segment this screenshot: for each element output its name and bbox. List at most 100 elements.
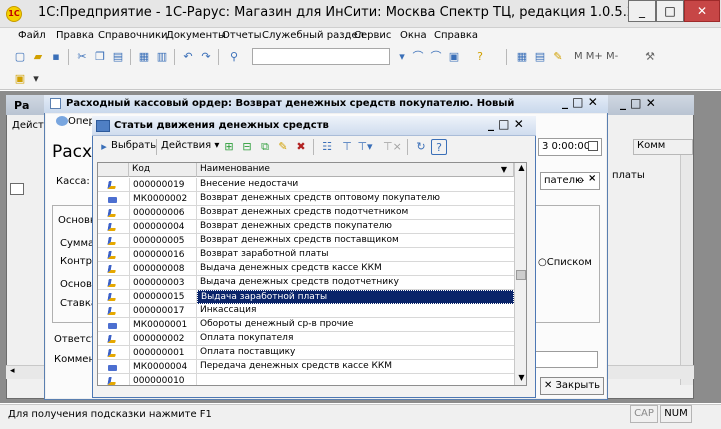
scroll-left-icon[interactable]: ◂ xyxy=(10,366,15,376)
copy-icon[interactable]: ❐ xyxy=(92,49,108,65)
scroll-thumb[interactable] xyxy=(516,270,526,280)
table-row[interactable]: 000000001 Оплата поставщику xyxy=(98,346,514,360)
item-arrow-icon xyxy=(107,377,117,385)
menu-service-section[interactable]: Служебный раздел xyxy=(262,30,364,41)
back-window-controls[interactable]: _ □ ✕ xyxy=(620,96,656,110)
back-vertical-scrollbar[interactable] xyxy=(680,155,693,385)
toolbar-separator xyxy=(156,139,157,155)
table-row[interactable]: МК0000002 Возврат денежных средств оптово… xyxy=(98,192,514,206)
help-icon[interactable]: ? xyxy=(431,139,447,155)
filter-icon[interactable]: ⊤ xyxy=(339,139,355,155)
preview-icon[interactable]: ▥ xyxy=(154,49,170,65)
app-logo-icon[interactable]: 1C xyxy=(6,6,22,22)
menu-references[interactable]: Справочники xyxy=(98,30,168,41)
minimize-button[interactable]: _ xyxy=(628,0,656,22)
refresh-icon[interactable]: ↻ xyxy=(413,139,429,155)
copy-item-icon[interactable]: ⧉ xyxy=(257,139,273,155)
search-down-icon[interactable]: ⌒ xyxy=(410,49,426,65)
back-actions-menu[interactable]: Дейст xyxy=(12,120,44,131)
table-row[interactable]: 000000010 xyxy=(98,374,514,385)
row-code: 000000017 xyxy=(129,304,197,318)
interface-icon[interactable]: ▣ xyxy=(12,71,28,87)
clipboard-icon[interactable]: ✎ xyxy=(550,49,566,65)
open-folder-icon[interactable]: ▰ xyxy=(30,49,46,65)
table-vertical-scrollbar[interactable]: ▲ ▼ xyxy=(514,163,526,385)
cash-order-window-controls[interactable]: _ □ ✕ xyxy=(562,95,598,109)
print-icon[interactable]: ▦ xyxy=(136,49,152,65)
hierarchy-icon[interactable]: ☷ xyxy=(319,139,335,155)
paste-icon[interactable]: ▤ xyxy=(110,49,126,65)
menu-help[interactable]: Справка xyxy=(434,30,478,41)
add-group-icon[interactable]: ⊟ xyxy=(239,139,255,155)
tab-main[interactable]: Основн xyxy=(58,215,96,226)
cash-flow-items-controls[interactable]: _ □ ✕ xyxy=(488,117,524,131)
calculator-icon[interactable]: ▦ xyxy=(514,49,530,65)
table-row[interactable]: 000000017 Инкассация xyxy=(98,304,514,318)
table-row[interactable]: 000000005 Возврат денежных средств постав… xyxy=(98,234,514,248)
item-arrow-icon xyxy=(107,181,117,189)
maximize-button[interactable]: □ xyxy=(656,0,684,22)
clear-filter-icon[interactable]: ⊤× xyxy=(383,139,402,155)
comment-label: Коммен xyxy=(54,354,95,365)
chevron-down-icon[interactable]: ▾ xyxy=(28,71,44,87)
menu-service[interactable]: Сервис xyxy=(354,30,391,41)
select-button[interactable]: Выбрать xyxy=(111,140,156,151)
window-icon[interactable]: ▣ xyxy=(446,49,462,65)
clear-icon[interactable]: × xyxy=(588,173,596,184)
menu-windows[interactable]: Окна xyxy=(400,30,427,41)
help-icon[interactable]: ? xyxy=(472,49,488,65)
menu-edit[interactable]: Правка xyxy=(56,30,94,41)
memory-buttons[interactable]: M M+ M- xyxy=(574,51,618,62)
cash-flow-items-table: Код Наименование ▼ 000000019 Внесение недо… xyxy=(97,162,527,386)
row-code: МК0000004 xyxy=(129,360,197,374)
menu-reports[interactable]: Отчеты xyxy=(222,30,261,41)
table-row[interactable]: 000000008 Выдача денежных средств кассе К… xyxy=(98,262,514,276)
select-item-icon[interactable]: ▸ xyxy=(96,139,112,155)
document-list-icon[interactable] xyxy=(10,183,24,195)
add-item-icon[interactable]: ⊞ xyxy=(221,139,237,155)
menu-file[interactable]: Файл xyxy=(18,30,46,41)
scroll-up-icon[interactable]: ▲ xyxy=(516,163,526,174)
settings-tools-icon[interactable]: ⚒ xyxy=(642,49,658,65)
close-button[interactable]: ✕ Закрыть xyxy=(540,377,604,395)
edit-item-icon[interactable]: ✎ xyxy=(275,139,291,155)
toolbar-separator xyxy=(174,49,175,65)
undo-icon[interactable]: ↶ xyxy=(180,49,196,65)
calendar-icon[interactable]: ▤ xyxy=(532,49,548,65)
radio-list-mode[interactable]: ○Списком xyxy=(538,257,592,268)
select-icon[interactable]: ... xyxy=(576,174,585,184)
item-arrow-icon xyxy=(107,237,117,245)
header-code[interactable]: Код xyxy=(129,163,197,177)
delete-item-icon[interactable]: ✖ xyxy=(293,139,309,155)
close-app-button[interactable]: ✕ xyxy=(684,0,720,22)
redo-icon[interactable]: ↷ xyxy=(198,49,214,65)
header-name[interactable]: Наименование ▼ xyxy=(197,163,514,177)
table-row[interactable]: 000000002 Оплата покупателя xyxy=(98,332,514,346)
search-up-icon[interactable]: ⌒ xyxy=(428,49,444,65)
actions-menu[interactable]: Действия ▾ xyxy=(161,140,219,151)
item-arrow-icon xyxy=(107,209,117,217)
find-icon[interactable]: ⚲ xyxy=(226,49,242,65)
menu-documents[interactable]: Документы xyxy=(166,30,226,41)
table-row[interactable]: 000000006 Возврат денежных средств подотч… xyxy=(98,206,514,220)
table-row[interactable]: 000000003 Выдача денежных средств подотче… xyxy=(98,276,514,290)
table-row[interactable]: 000000015 Выдача заработной платы xyxy=(98,290,514,304)
table-row[interactable]: 000000004 Возврат денежных средств покупа… xyxy=(98,220,514,234)
secondary-toolbar: ▣ ▾ xyxy=(0,68,721,90)
scroll-down-icon[interactable]: ▼ xyxy=(516,373,526,384)
search-next-icon[interactable]: ▾ xyxy=(394,49,410,65)
table-row[interactable]: 000000016 Возврат заработной платы xyxy=(98,248,514,262)
item-arrow-icon xyxy=(107,265,117,273)
calendar-icon[interactable] xyxy=(588,141,598,151)
cut-icon[interactable]: ✂ xyxy=(74,49,90,65)
row-code: 000000004 xyxy=(129,220,197,234)
filter-settings-icon[interactable]: ⊤▾ xyxy=(357,139,373,155)
search-input[interactable] xyxy=(252,48,390,65)
table-row[interactable]: МК0000004 Передача денежных средств кассе… xyxy=(98,360,514,374)
back-kassa-tail: платы xyxy=(612,170,645,181)
new-document-icon[interactable]: ▢ xyxy=(12,49,28,65)
save-icon[interactable]: ▪ xyxy=(48,49,64,65)
row-name: Выдача денежных средств кассе ККМ xyxy=(200,263,382,273)
table-row[interactable]: 000000019 Внесение недостачи xyxy=(98,178,514,192)
table-row[interactable]: МК0000001 Обороты денежный ср-в прочие xyxy=(98,318,514,332)
